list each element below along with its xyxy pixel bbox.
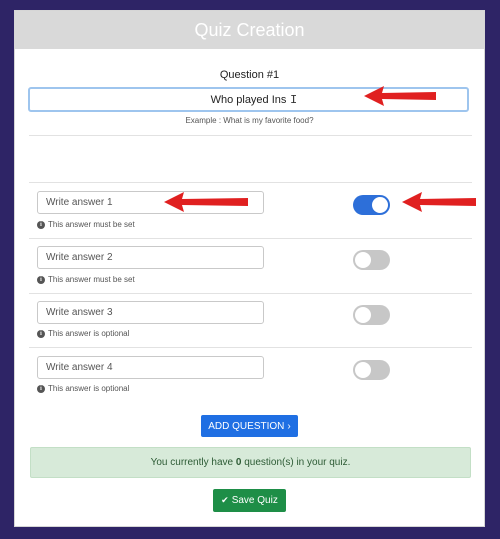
status-prefix: You currently have — [150, 457, 234, 468]
save-quiz-button[interactable]: ✔ Save Quiz — [213, 489, 286, 512]
red-arrow-icon — [164, 192, 248, 212]
answer-3-note: i This answer is optional — [37, 329, 129, 338]
divider — [29, 135, 472, 136]
info-circle-icon: i — [37, 220, 45, 229]
add-question-label: ADD QUESTION — [208, 420, 285, 432]
add-question-button[interactable]: ADD QUESTION › — [201, 415, 298, 437]
answer-3-input[interactable] — [37, 301, 264, 324]
text-cursor-icon: I — [290, 93, 298, 107]
page-title: Quiz Creation — [15, 11, 484, 49]
answer-2-note: i This answer must be set — [37, 275, 135, 284]
save-quiz-label: Save Quiz — [231, 495, 278, 506]
info-circle-icon: i — [37, 329, 45, 338]
toggle-knob — [355, 362, 371, 378]
answer-4-note: i This answer is optional — [37, 384, 129, 393]
answer-2-note-text: This answer must be set — [48, 275, 135, 284]
toggle-knob — [372, 197, 388, 213]
check-icon: ✔ — [221, 495, 229, 505]
divider — [29, 293, 472, 294]
divider — [29, 238, 472, 239]
answer-2-input[interactable] — [37, 246, 264, 269]
status-message: You currently have 0 question(s) in your… — [30, 447, 471, 478]
status-suffix: question(s) in your quiz. — [244, 457, 351, 468]
question-hint: Example : What is my favorite food? — [185, 116, 314, 125]
answer-2-correct-toggle[interactable] — [353, 250, 390, 270]
answer-1-correct-toggle[interactable] — [353, 195, 390, 215]
chevron-right-icon: › — [287, 420, 291, 432]
answer-1-note-text: This answer must be set — [48, 220, 135, 229]
divider — [29, 182, 472, 183]
info-circle-icon: i — [37, 384, 45, 393]
red-arrow-icon — [402, 192, 476, 212]
toggle-knob — [355, 252, 371, 268]
info-circle-icon: i — [37, 275, 45, 284]
red-arrow-icon — [364, 86, 436, 106]
answer-4-correct-toggle[interactable] — [353, 360, 390, 380]
answer-3-correct-toggle[interactable] — [353, 305, 390, 325]
question-count: 0 — [235, 457, 242, 468]
answer-4-input[interactable] — [37, 356, 264, 379]
answer-1-note: i This answer must be set — [37, 220, 135, 229]
answer-3-note-text: This answer is optional — [48, 329, 130, 338]
divider — [29, 347, 472, 348]
question-label: Question #1 — [219, 69, 280, 81]
toggle-knob — [355, 307, 371, 323]
answer-4-note-text: This answer is optional — [48, 384, 130, 393]
